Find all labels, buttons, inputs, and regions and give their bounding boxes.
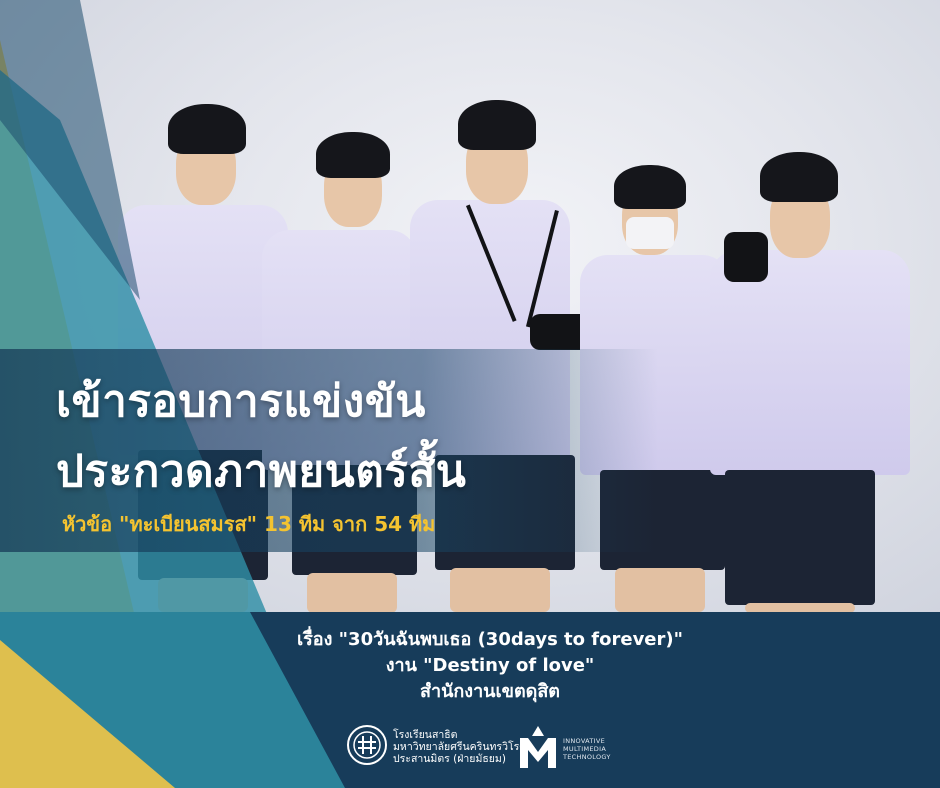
subheadline: หัวข้อ "ทะเบียนสมรส" 13 ทีม จาก 54 ทีม: [62, 512, 436, 536]
event-name: งาน "Destiny of love": [385, 655, 595, 676]
program-line-3: TECHNOLOGY: [563, 753, 611, 761]
organizer: สำนักงานเขตดุสิต: [419, 681, 560, 702]
school-name-line-2: มหาวิทยาลัยศรีนครินทรวิโรฒ: [393, 741, 529, 753]
program-line-1: INNOVATIVE: [563, 737, 606, 745]
film-title: เรื่อง "30วันฉันพบเธอ (30days to forever…: [296, 629, 683, 650]
school-name-line-3: ประสานมิตร (ฝ่ายมัธยม): [393, 753, 506, 765]
program-line-2: MULTIMEDIA: [563, 745, 607, 753]
headline-line-2: ประกวดภาพยนตร์สั้น: [56, 446, 467, 497]
school-emblem-icon: [347, 725, 387, 765]
school-name-line-1: โรงเรียนสาธิต: [393, 729, 458, 741]
poster: เข้ารอบการแข่งขัน ประกวดภาพยนตร์สั้น หัว…: [0, 0, 940, 788]
imt-logo-icon: [520, 726, 556, 768]
headline-line-1: เข้ารอบการแข่งขัน: [56, 376, 426, 427]
